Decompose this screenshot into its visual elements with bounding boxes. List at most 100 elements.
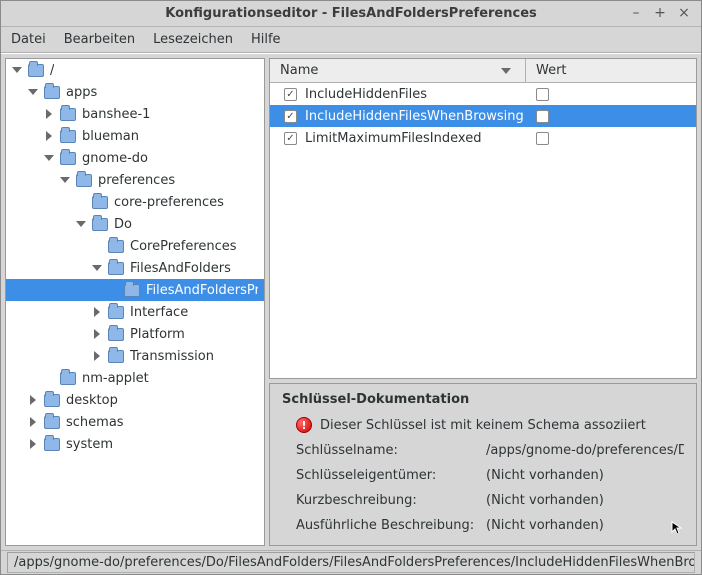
tree-node-interface[interactable]: Interface	[6, 301, 264, 323]
doc-warning: ! Dieser Schlüssel ist mit keinem Schema…	[296, 417, 684, 433]
doc-label-short: Kurzbeschreibung:	[296, 493, 486, 508]
menubar: Datei Bearbeiten Lesezeichen Hilfe	[1, 27, 701, 53]
expand-icon[interactable]	[42, 151, 56, 165]
titlebar[interactable]: Konfigurationseditor - FilesAndFoldersPr…	[1, 1, 701, 27]
sort-desc-icon	[501, 68, 511, 74]
table-body[interactable]: IncludeHiddenFiles IncludeHiddenFilesWhen…	[270, 83, 696, 378]
tree-node-do[interactable]: Do	[6, 213, 264, 235]
warning-icon: !	[296, 417, 312, 433]
key-doc-pane: Schlüssel-Dokumentation ! Dieser Schlüss…	[269, 383, 697, 546]
table-row[interactable]: IncludeHiddenFilesWhenBrowsing	[270, 105, 696, 127]
config-editor-window: Konfigurationseditor - FilesAndFoldersPr…	[0, 0, 702, 575]
expand-icon[interactable]	[90, 349, 104, 363]
doc-grid: Schlüsselname: /apps/gnome-do/preference…	[296, 443, 684, 533]
expand-icon[interactable]	[74, 217, 88, 231]
menu-edit[interactable]: Bearbeiten	[64, 32, 135, 47]
expand-icon[interactable]	[90, 327, 104, 341]
doc-label-long: Ausführliche Beschreibung:	[296, 518, 486, 533]
value-checkbox[interactable]	[536, 110, 549, 123]
tree-node-platform[interactable]: Platform	[6, 323, 264, 345]
folder-icon	[76, 174, 92, 187]
close-button[interactable]: ×	[675, 4, 693, 22]
cell-value	[526, 132, 696, 145]
table-row[interactable]: LimitMaximumFilesIndexed	[270, 127, 696, 149]
doc-value-short: (Nicht vorhanden)	[486, 493, 684, 508]
doc-label-owner: Schlüsseleigentümer:	[296, 468, 486, 483]
checkbox[interactable]	[284, 88, 297, 101]
expand-icon[interactable]	[42, 107, 56, 121]
value-checkbox[interactable]	[536, 132, 549, 145]
table-header: Name Wert	[270, 59, 696, 83]
checkbox[interactable]	[284, 132, 297, 145]
doc-value-long: (Nicht vorhanden)	[486, 518, 684, 533]
doc-label-keyname: Schlüsselname:	[296, 443, 486, 458]
cell-name: IncludeHiddenFiles	[270, 87, 526, 102]
doc-value-keyname: /apps/gnome-do/preferences/Do/FilesAndFo…	[486, 443, 684, 458]
tree-node-system[interactable]: system	[6, 433, 264, 455]
expand-icon[interactable]	[90, 305, 104, 319]
col-value-header[interactable]: Wert	[526, 59, 696, 82]
right-pane: Name Wert IncludeHiddenFilesIncludeHidde…	[269, 58, 697, 546]
main-area: / apps banshee-1 blueman gnome-do prefer…	[1, 53, 701, 550]
doc-heading: Schlüssel-Dokumentation	[282, 392, 684, 407]
key-name: IncludeHiddenFiles	[305, 87, 427, 102]
folder-icon	[108, 306, 124, 319]
minimize-button[interactable]: –	[627, 4, 645, 22]
menu-bookmarks[interactable]: Lesezeichen	[153, 32, 233, 47]
statusbar: /apps/gnome-do/preferences/Do/FilesAndFo…	[1, 550, 701, 574]
folder-icon	[108, 350, 124, 363]
key-name: IncludeHiddenFilesWhenBrowsing	[305, 109, 524, 124]
folder-icon	[124, 284, 140, 297]
value-checkbox[interactable]	[536, 88, 549, 101]
window-buttons: – + ×	[627, 4, 693, 22]
maximize-button[interactable]: +	[651, 4, 669, 22]
col-name-header[interactable]: Name	[270, 59, 526, 82]
keys-table: Name Wert IncludeHiddenFilesIncludeHidde…	[269, 58, 697, 379]
expand-icon[interactable]	[90, 261, 104, 275]
expand-icon[interactable]	[42, 129, 56, 143]
checkbox[interactable]	[284, 110, 297, 123]
tree-node-coreprefs[interactable]: core-preferences	[6, 191, 264, 213]
folder-icon	[60, 372, 76, 385]
tree-pane[interactable]: / apps banshee-1 blueman gnome-do prefer…	[5, 58, 265, 546]
tree-node-coreprefs2[interactable]: CorePreferences	[6, 235, 264, 257]
cell-name: LimitMaximumFilesIndexed	[270, 131, 526, 146]
tree-node-preferences[interactable]: preferences	[6, 169, 264, 191]
table-row[interactable]: IncludeHiddenFiles	[270, 83, 696, 105]
menu-file[interactable]: Datei	[11, 32, 46, 47]
expand-icon[interactable]	[26, 393, 40, 407]
folder-icon	[108, 328, 124, 341]
expand-icon[interactable]	[26, 437, 40, 451]
folder-icon	[92, 196, 108, 209]
folder-icon	[60, 108, 76, 121]
expand-icon[interactable]	[26, 85, 40, 99]
cursor-icon	[670, 520, 684, 533]
folder-icon	[44, 416, 60, 429]
tree-node-schemas[interactable]: schemas	[6, 411, 264, 433]
expand-icon[interactable]	[58, 173, 72, 187]
folder-icon	[44, 438, 60, 451]
tree-node-gnomedo[interactable]: gnome-do	[6, 147, 264, 169]
tree-node-root[interactable]: /	[6, 59, 264, 81]
folder-tree: / apps banshee-1 blueman gnome-do prefer…	[6, 59, 264, 455]
expand-icon[interactable]	[10, 63, 24, 77]
tree-node-banshee[interactable]: banshee-1	[6, 103, 264, 125]
tree-node-filesfolders[interactable]: FilesAndFolders	[6, 257, 264, 279]
tree-node-nmapplet[interactable]: nm-applet	[6, 367, 264, 389]
key-name: LimitMaximumFilesIndexed	[305, 131, 481, 146]
folder-icon	[108, 262, 124, 275]
status-path: /apps/gnome-do/preferences/Do/FilesAndFo…	[7, 552, 695, 573]
cell-value	[526, 88, 696, 101]
tree-node-ffprefs[interactable]: FilesAndFoldersPreferen	[6, 279, 264, 301]
menu-help[interactable]: Hilfe	[251, 32, 281, 47]
tree-node-apps[interactable]: apps	[6, 81, 264, 103]
tree-node-blueman[interactable]: blueman	[6, 125, 264, 147]
expand-icon[interactable]	[26, 415, 40, 429]
folder-icon	[108, 240, 124, 253]
cell-value	[526, 110, 696, 123]
doc-warning-text: Dieser Schlüssel ist mit keinem Schema a…	[320, 418, 646, 433]
tree-node-desktop[interactable]: desktop	[6, 389, 264, 411]
doc-value-owner: (Nicht vorhanden)	[486, 468, 684, 483]
tree-node-transmission[interactable]: Transmission	[6, 345, 264, 367]
folder-icon	[44, 86, 60, 99]
